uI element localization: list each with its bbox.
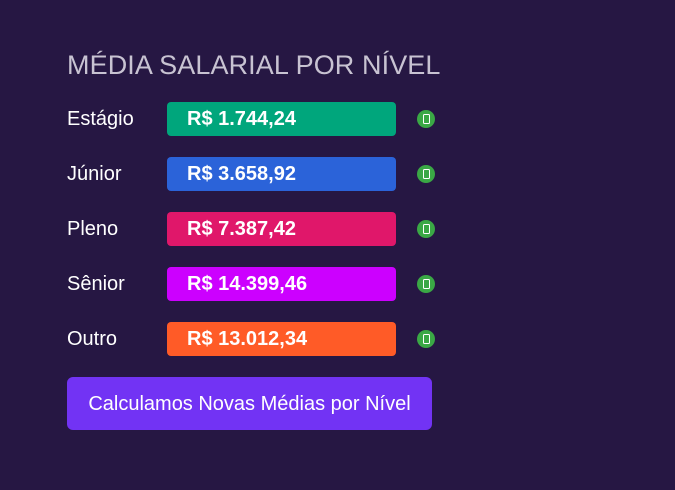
level-row-outro: Outro R$ 13.012,34 xyxy=(0,322,675,356)
level-label: Estágio xyxy=(67,108,134,130)
level-label: Júnior xyxy=(67,163,122,185)
copy-icon[interactable] xyxy=(417,220,435,238)
copy-icon[interactable] xyxy=(417,110,435,128)
salary-value: R$ 1.744,24 xyxy=(187,108,296,130)
level-row-senior: Sênior R$ 14.399,46 xyxy=(0,267,675,301)
level-row-estagio: Estágio R$ 1.744,24 xyxy=(0,102,675,136)
salary-by-level-panel: MÉDIA SALARIAL POR NÍVEL Estágio R$ 1.74… xyxy=(0,0,675,490)
salary-value-bar: R$ 3.658,92 xyxy=(167,157,396,191)
salary-value: R$ 3.658,92 xyxy=(187,163,296,185)
salary-value: R$ 13.012,34 xyxy=(187,328,308,350)
copy-icon[interactable] xyxy=(417,165,435,183)
salary-value: R$ 7.387,42 xyxy=(187,218,296,240)
salary-value-bar: R$ 13.012,34 xyxy=(167,322,396,356)
salary-value-bar: R$ 14.399,46 xyxy=(167,267,396,301)
salary-value: R$ 14.399,46 xyxy=(187,273,308,295)
page-title: MÉDIA SALARIAL POR NÍVEL xyxy=(67,50,441,80)
salary-value-bar: R$ 1.744,24 xyxy=(167,102,396,136)
level-row-pleno: Pleno R$ 7.387,42 xyxy=(0,212,675,246)
level-label: Pleno xyxy=(67,218,119,240)
copy-icon[interactable] xyxy=(417,330,435,348)
salary-value-bar: R$ 7.387,42 xyxy=(167,212,396,246)
calculate-averages-button[interactable]: Calculamos Novas Médias por Nível xyxy=(67,377,432,430)
copy-icon[interactable] xyxy=(417,275,435,293)
level-row-junior: Júnior R$ 3.658,92 xyxy=(0,157,675,191)
level-label: Sênior xyxy=(67,273,125,295)
level-label: Outro xyxy=(67,328,118,350)
